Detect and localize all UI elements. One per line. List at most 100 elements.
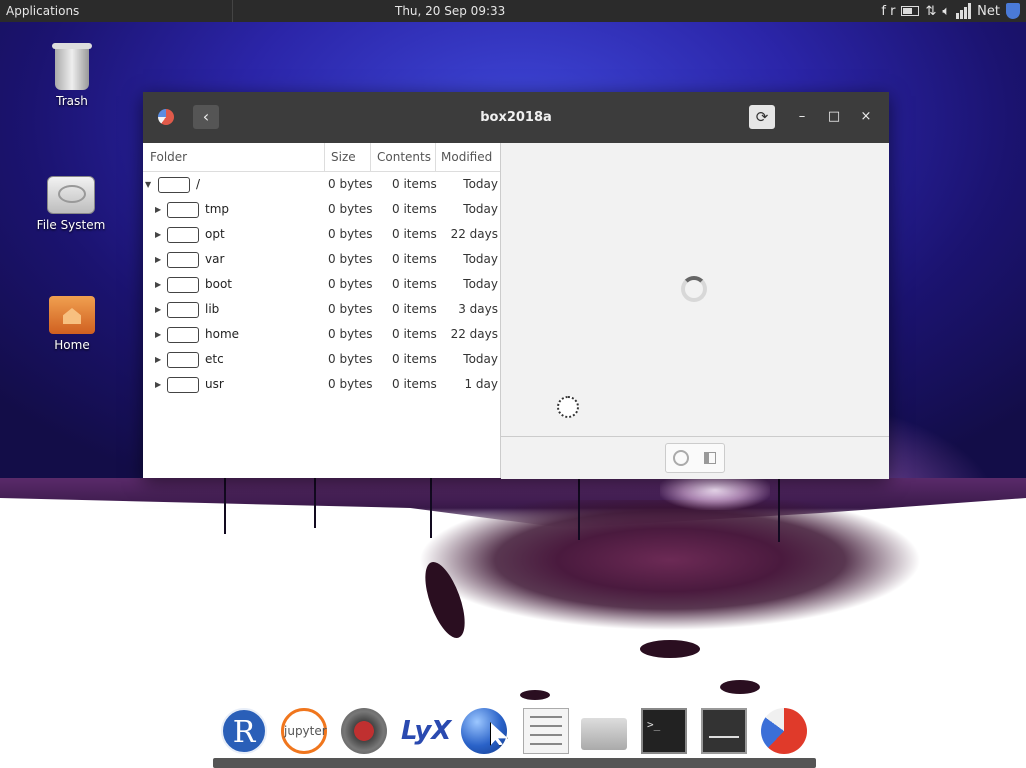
- keyboard-layout-indicator[interactable]: f r: [881, 4, 895, 19]
- folder-size: 0 bytes: [328, 177, 373, 191]
- expand-arrow-icon[interactable]: ▶: [155, 372, 161, 397]
- folder-modified: Today: [463, 177, 498, 191]
- column-header-modified[interactable]: Modified: [436, 143, 500, 171]
- wind-turbine: [578, 470, 580, 540]
- folder-icon: [167, 352, 199, 368]
- disk-usage-window: ‹ box2018a ⟳ – □ × Folder Size Contents …: [143, 92, 889, 479]
- folder-icon: [167, 277, 199, 293]
- panel-clock[interactable]: Thu, 20 Sep 09:33: [395, 0, 505, 22]
- folder-name: tmp: [205, 202, 230, 216]
- tree-row[interactable]: ▼ / 0 bytes 0 items Today: [143, 172, 500, 197]
- text-editor-icon[interactable]: [523, 708, 569, 754]
- folder-name: var: [205, 252, 225, 266]
- folder-size: 0 bytes: [328, 352, 373, 366]
- folder-contents: 0 items: [392, 177, 437, 191]
- desktop-icon-label: File System: [36, 218, 106, 232]
- folder-size: 0 bytes: [328, 252, 373, 266]
- r-icon[interactable]: R: [221, 708, 267, 754]
- system-tray: f r ⇅ 🔈︎ Net: [881, 0, 1026, 22]
- terminal-icon[interactable]: >_: [641, 708, 687, 754]
- lyx-icon[interactable]: LyX: [401, 708, 451, 754]
- folder-name: etc: [205, 352, 224, 366]
- treemap-chart-button[interactable]: [695, 444, 724, 472]
- folder-name: boot: [205, 277, 233, 291]
- network-label[interactable]: Net: [977, 4, 1000, 19]
- wallpaper-shadow: [720, 680, 760, 694]
- folder-icon: [167, 252, 199, 268]
- system-monitor-icon[interactable]: [701, 708, 747, 754]
- folder-modified: Today: [463, 277, 498, 291]
- expand-arrow-icon[interactable]: ▶: [155, 197, 161, 222]
- desktop-icon-trash[interactable]: Trash: [22, 43, 122, 108]
- chart-type-switch: [665, 443, 725, 473]
- web-browser-icon[interactable]: [461, 708, 507, 754]
- folder-modified: 22 days: [450, 327, 498, 341]
- shield-icon[interactable]: [1006, 3, 1020, 19]
- folder-size: 0 bytes: [328, 277, 373, 291]
- window-titlebar[interactable]: ‹ box2018a ⟳ – □ ×: [143, 92, 889, 143]
- tree-header: Folder Size Contents Modified: [143, 143, 500, 172]
- column-header-size[interactable]: Size: [325, 143, 371, 171]
- column-header-folder[interactable]: Folder: [143, 143, 325, 171]
- applications-menu[interactable]: Applications: [0, 0, 233, 22]
- desktop-icon-label: Trash: [56, 94, 88, 108]
- chart-pane: [501, 143, 889, 479]
- spyder-icon[interactable]: [341, 708, 387, 754]
- desktop-icon-home[interactable]: Home: [22, 296, 122, 352]
- folder-contents: 0 items: [392, 202, 437, 216]
- folder-icon: [167, 202, 199, 218]
- collapse-arrow-icon[interactable]: ▼: [145, 172, 151, 197]
- minimize-button[interactable]: –: [792, 107, 812, 127]
- folder-icon: [167, 227, 199, 243]
- close-button[interactable]: ×: [856, 107, 876, 127]
- folder-contents: 0 items: [392, 377, 437, 391]
- disk-usage-icon[interactable]: [761, 708, 807, 754]
- tree-row[interactable]: ▶ etc 0 bytes 0 items Today: [143, 347, 500, 372]
- wind-turbine: [314, 478, 316, 528]
- file-manager-icon[interactable]: [581, 718, 627, 750]
- volume-icon[interactable]: 🔈︎: [942, 4, 950, 19]
- maximize-button[interactable]: □: [824, 107, 844, 127]
- expand-arrow-icon[interactable]: ▶: [155, 222, 161, 247]
- tree-row[interactable]: ▶ lib 0 bytes 0 items 3 days: [143, 297, 500, 322]
- loading-spinner-icon: [681, 276, 707, 302]
- folder-size: 0 bytes: [328, 202, 373, 216]
- folder-contents: 0 items: [392, 352, 437, 366]
- expand-arrow-icon[interactable]: ▶: [155, 247, 161, 272]
- desktop-icon-file-system[interactable]: File System: [21, 176, 121, 232]
- folder-name: home: [205, 327, 240, 341]
- folder-icon: [167, 302, 199, 318]
- tree-row[interactable]: ▶ tmp 0 bytes 0 items Today: [143, 197, 500, 222]
- tree-row[interactable]: ▶ usr 0 bytes 0 items 1 day: [143, 372, 500, 397]
- tree-row[interactable]: ▶ boot 0 bytes 0 items Today: [143, 272, 500, 297]
- folder-contents: 0 items: [392, 302, 437, 316]
- jupyter-icon[interactable]: jupyter: [281, 708, 327, 754]
- folder-size: 0 bytes: [328, 327, 373, 341]
- signal-strength-icon[interactable]: [956, 3, 972, 19]
- folder-name: lib: [205, 302, 220, 316]
- folder-contents: 0 items: [392, 277, 437, 291]
- expand-arrow-icon[interactable]: ▶: [155, 322, 161, 347]
- top-panel: Applications Thu, 20 Sep 09:33 f r ⇅ 🔈︎ …: [0, 0, 1026, 22]
- tree-row[interactable]: ▶ var 0 bytes 0 items Today: [143, 247, 500, 272]
- folder-modified: 22 days: [450, 227, 498, 241]
- expand-arrow-icon[interactable]: ▶: [155, 347, 161, 372]
- wallpaper-shadow: [520, 690, 550, 700]
- wallpaper-field: [420, 500, 920, 640]
- column-header-contents[interactable]: Contents: [371, 143, 436, 171]
- folder-name: opt: [205, 227, 225, 241]
- ring-chart-icon: [672, 450, 689, 466]
- reload-button[interactable]: ⟳: [749, 105, 775, 129]
- tree-row[interactable]: ▶ opt 0 bytes 0 items 22 days: [143, 222, 500, 247]
- battery-icon[interactable]: [901, 6, 920, 16]
- desktop-icon-label: Home: [54, 338, 90, 352]
- wind-turbine: [224, 478, 226, 534]
- expand-arrow-icon[interactable]: ▶: [155, 272, 161, 297]
- folder-modified: 3 days: [458, 302, 498, 316]
- expand-arrow-icon[interactable]: ▶: [155, 297, 161, 322]
- ring-chart-button[interactable]: [666, 444, 695, 472]
- tree-row[interactable]: ▶ home 0 bytes 0 items 22 days: [143, 322, 500, 347]
- folder-contents: 0 items: [392, 327, 437, 341]
- busy-cursor-icon: [557, 396, 579, 418]
- network-transfer-icon[interactable]: ⇅: [925, 4, 936, 19]
